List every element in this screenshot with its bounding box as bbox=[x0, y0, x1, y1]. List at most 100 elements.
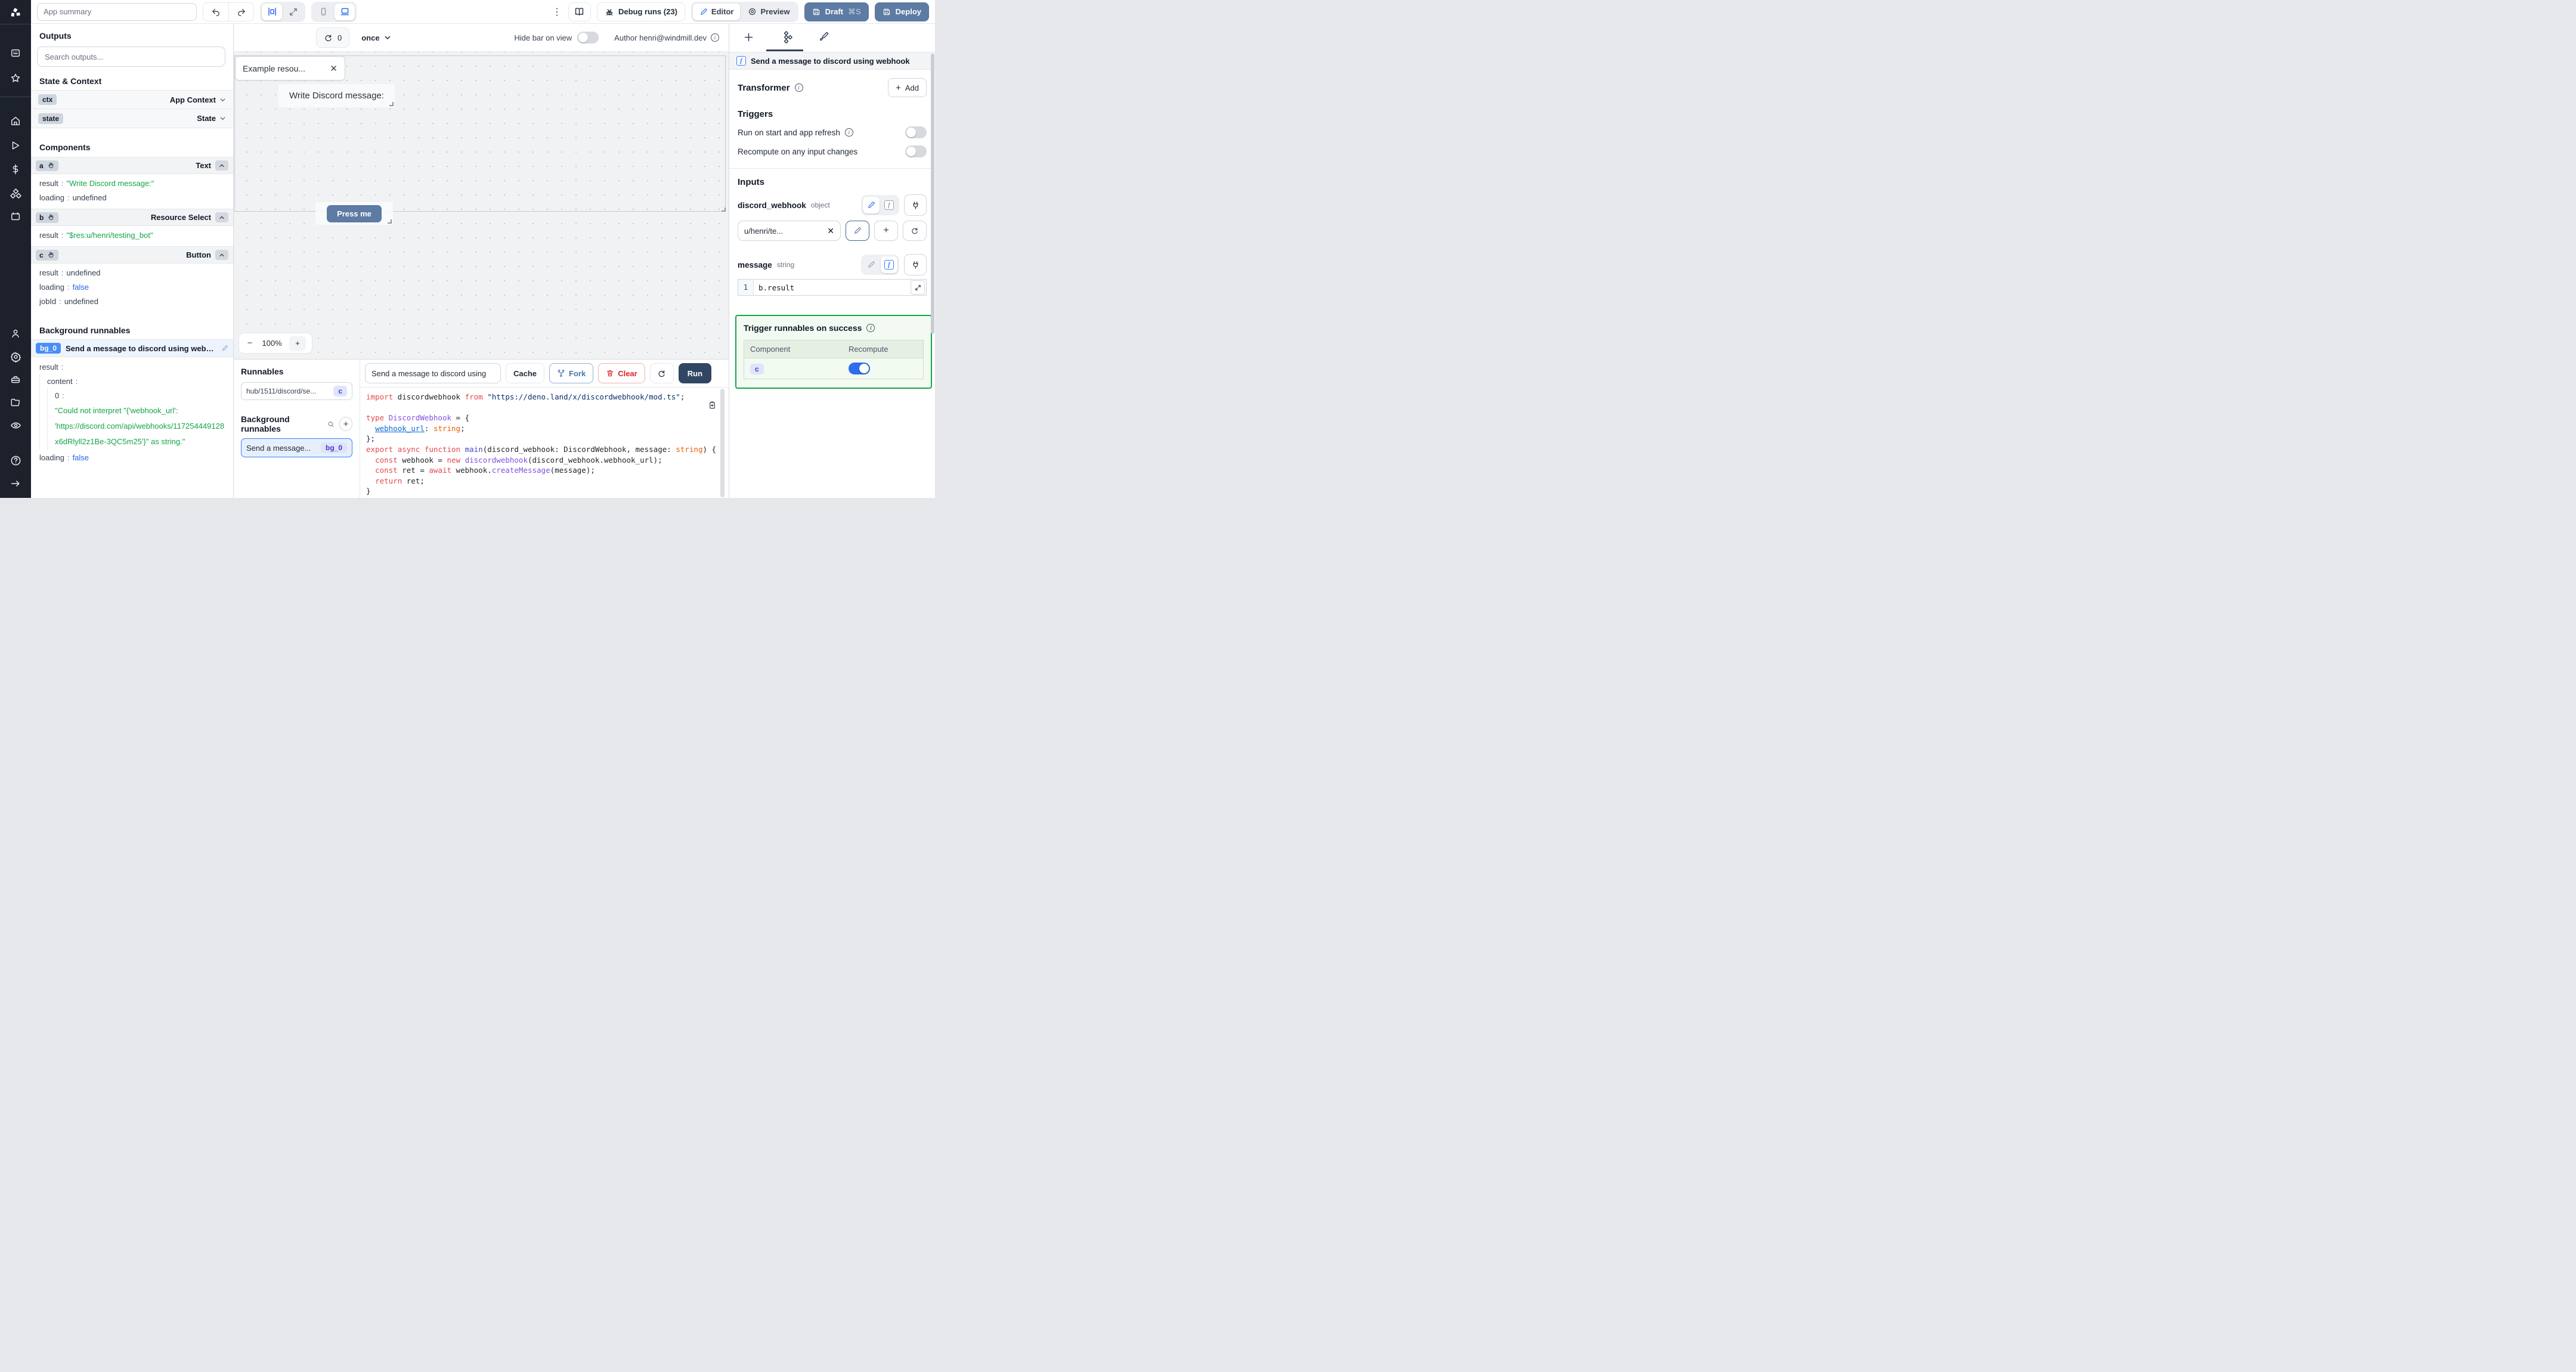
resources-icon[interactable] bbox=[0, 185, 31, 203]
collapse-sidebar-arrow-icon[interactable] bbox=[0, 475, 31, 493]
debug-runs-button[interactable]: Debug runs (23) bbox=[596, 2, 685, 21]
info-icon[interactable]: i bbox=[794, 83, 803, 92]
zoom-out-button[interactable]: − bbox=[245, 338, 255, 348]
run-on-start-toggle[interactable] bbox=[905, 126, 927, 138]
recompute-c-toggle[interactable] bbox=[849, 363, 871, 374]
copy-code-icon[interactable] bbox=[708, 401, 717, 410]
info-icon[interactable]: i bbox=[711, 33, 719, 42]
refresh-icon bbox=[658, 370, 665, 377]
component-c-badge: c bbox=[39, 250, 44, 259]
static-pencil-button[interactable] bbox=[863, 256, 880, 273]
recompute-toggle[interactable] bbox=[905, 145, 927, 157]
add-transformer-button[interactable]: + Add bbox=[888, 78, 927, 97]
hide-bar-toggle[interactable] bbox=[577, 32, 599, 44]
clear-x-icon[interactable]: ✕ bbox=[330, 63, 338, 74]
resize-handle[interactable] bbox=[388, 219, 392, 224]
bg-runnable-item-selected[interactable]: Send a message... bg_0 bbox=[241, 438, 352, 457]
folders-icon[interactable] bbox=[0, 394, 31, 411]
reload-resource-button[interactable] bbox=[903, 221, 927, 241]
clear-button[interactable]: Clear bbox=[598, 363, 645, 383]
mobile-view-button[interactable] bbox=[313, 4, 333, 20]
eval-f-button[interactable]: f bbox=[881, 197, 897, 213]
selected-runnable-header: f Send a message to discord using webhoo… bbox=[729, 52, 935, 70]
apps-icon[interactable] bbox=[0, 44, 31, 62]
edit-resource-button[interactable] bbox=[846, 221, 869, 241]
static-pencil-button[interactable] bbox=[863, 197, 880, 213]
desktop-view-button[interactable] bbox=[335, 3, 355, 20]
state-row[interactable]: state State bbox=[31, 109, 233, 128]
audit-eye-icon[interactable] bbox=[0, 416, 31, 434]
runs-icon[interactable] bbox=[0, 137, 31, 154]
runnable-item[interactable]: hub/1511/discord/se... c bbox=[241, 382, 352, 400]
more-menu-icon[interactable]: ⋮ bbox=[552, 6, 562, 18]
resize-handle[interactable] bbox=[389, 102, 394, 106]
bg0-header[interactable]: bg_0 Send a message to discord using web… bbox=[31, 339, 233, 357]
code-editor-panel: Send a message to discord using Cache Fo… bbox=[360, 359, 729, 498]
info-icon[interactable]: i bbox=[844, 128, 853, 137]
workers-icon[interactable] bbox=[0, 371, 31, 389]
home-icon[interactable] bbox=[0, 112, 31, 130]
app-grid-container: Write Discord message: Example resou... … bbox=[234, 55, 726, 225]
edit-pencil-icon[interactable] bbox=[221, 345, 228, 352]
collapse-chevron-up-icon[interactable] bbox=[215, 212, 228, 222]
schedules-icon[interactable] bbox=[0, 207, 31, 225]
settings-gear-icon[interactable] bbox=[0, 348, 31, 366]
add-bg-runnable-button[interactable]: + bbox=[339, 417, 352, 431]
docs-book-button[interactable] bbox=[568, 2, 591, 21]
clear-x-icon[interactable]: ✕ bbox=[827, 226, 834, 236]
deploy-button[interactable]: Deploy bbox=[874, 2, 929, 21]
cache-button[interactable]: Cache bbox=[506, 363, 545, 383]
runnable-name-input[interactable]: Send a message to discord using bbox=[365, 363, 501, 383]
fullscreen-button[interactable] bbox=[283, 4, 304, 20]
app-summary-input[interactable] bbox=[37, 2, 197, 21]
tab-editor[interactable]: Editor bbox=[692, 3, 741, 20]
undo-button[interactable] bbox=[203, 2, 228, 21]
right-panel-scrollbar[interactable] bbox=[931, 54, 934, 334]
variables-icon[interactable] bbox=[0, 160, 31, 178]
insert-component-tab-icon[interactable] bbox=[744, 32, 754, 42]
users-icon[interactable] bbox=[0, 324, 31, 342]
tab-editor-label: Editor bbox=[711, 7, 734, 16]
message-expr-editor[interactable]: 1 b.result bbox=[738, 279, 927, 296]
collapse-chevron-up-icon[interactable] bbox=[215, 250, 228, 260]
text-component[interactable]: Write Discord message: bbox=[278, 84, 395, 107]
connect-plug-button[interactable] bbox=[904, 194, 927, 216]
resize-handle[interactable] bbox=[722, 207, 726, 212]
search-icon[interactable] bbox=[327, 420, 335, 428]
plus-icon: + bbox=[896, 82, 901, 93]
center-layout-button[interactable] bbox=[262, 3, 282, 20]
search-outputs-input[interactable] bbox=[37, 47, 225, 67]
add-resource-button[interactable]: + bbox=[874, 221, 898, 241]
button-component-container[interactable]: Press me bbox=[315, 202, 393, 225]
discord-webhook-value-select[interactable]: u/henri/te... ✕ bbox=[738, 221, 841, 241]
component-a-header[interactable]: a Text bbox=[31, 157, 233, 174]
expand-editor-icon[interactable] bbox=[911, 280, 925, 295]
press-me-button[interactable]: Press me bbox=[327, 205, 382, 222]
code-editor[interactable]: import discordwebhook from "https://deno… bbox=[360, 387, 729, 498]
draft-button[interactable]: Draft ⌘S bbox=[804, 2, 869, 21]
resource-select-component[interactable]: Example resou... ✕ bbox=[235, 56, 726, 212]
component-b-header[interactable]: b Resource Select bbox=[31, 209, 233, 226]
refresh-mode-dropdown[interactable]: once bbox=[361, 33, 391, 42]
windmill-logo-icon[interactable] bbox=[0, 4, 31, 21]
component-c-header[interactable]: c Button bbox=[31, 246, 233, 264]
editor-refresh-button[interactable] bbox=[649, 363, 674, 383]
run-button[interactable]: Run bbox=[678, 363, 712, 383]
zoom-in-button[interactable]: + bbox=[289, 335, 306, 351]
fork-button[interactable]: Fork bbox=[549, 363, 594, 383]
favorites-star-icon[interactable] bbox=[0, 69, 31, 87]
connect-plug-button[interactable] bbox=[904, 254, 927, 275]
eval-f-button[interactable]: f bbox=[881, 256, 897, 273]
code-scrollbar[interactable] bbox=[720, 389, 724, 497]
fork-icon bbox=[558, 369, 565, 377]
redo-button[interactable] bbox=[228, 2, 253, 21]
component-settings-tab-icon[interactable] bbox=[780, 31, 792, 44]
refresh-count-button[interactable]: 0 bbox=[316, 27, 350, 48]
help-icon[interactable] bbox=[0, 451, 31, 469]
app-canvas[interactable]: Write Discord message: Example resou... … bbox=[234, 52, 729, 359]
tab-preview[interactable]: Preview bbox=[741, 4, 796, 20]
info-icon[interactable]: i bbox=[866, 324, 875, 332]
styling-brush-tab-icon[interactable] bbox=[819, 31, 829, 42]
ctx-row[interactable]: ctx App Context bbox=[31, 90, 233, 109]
collapse-chevron-up-icon[interactable] bbox=[215, 160, 228, 171]
